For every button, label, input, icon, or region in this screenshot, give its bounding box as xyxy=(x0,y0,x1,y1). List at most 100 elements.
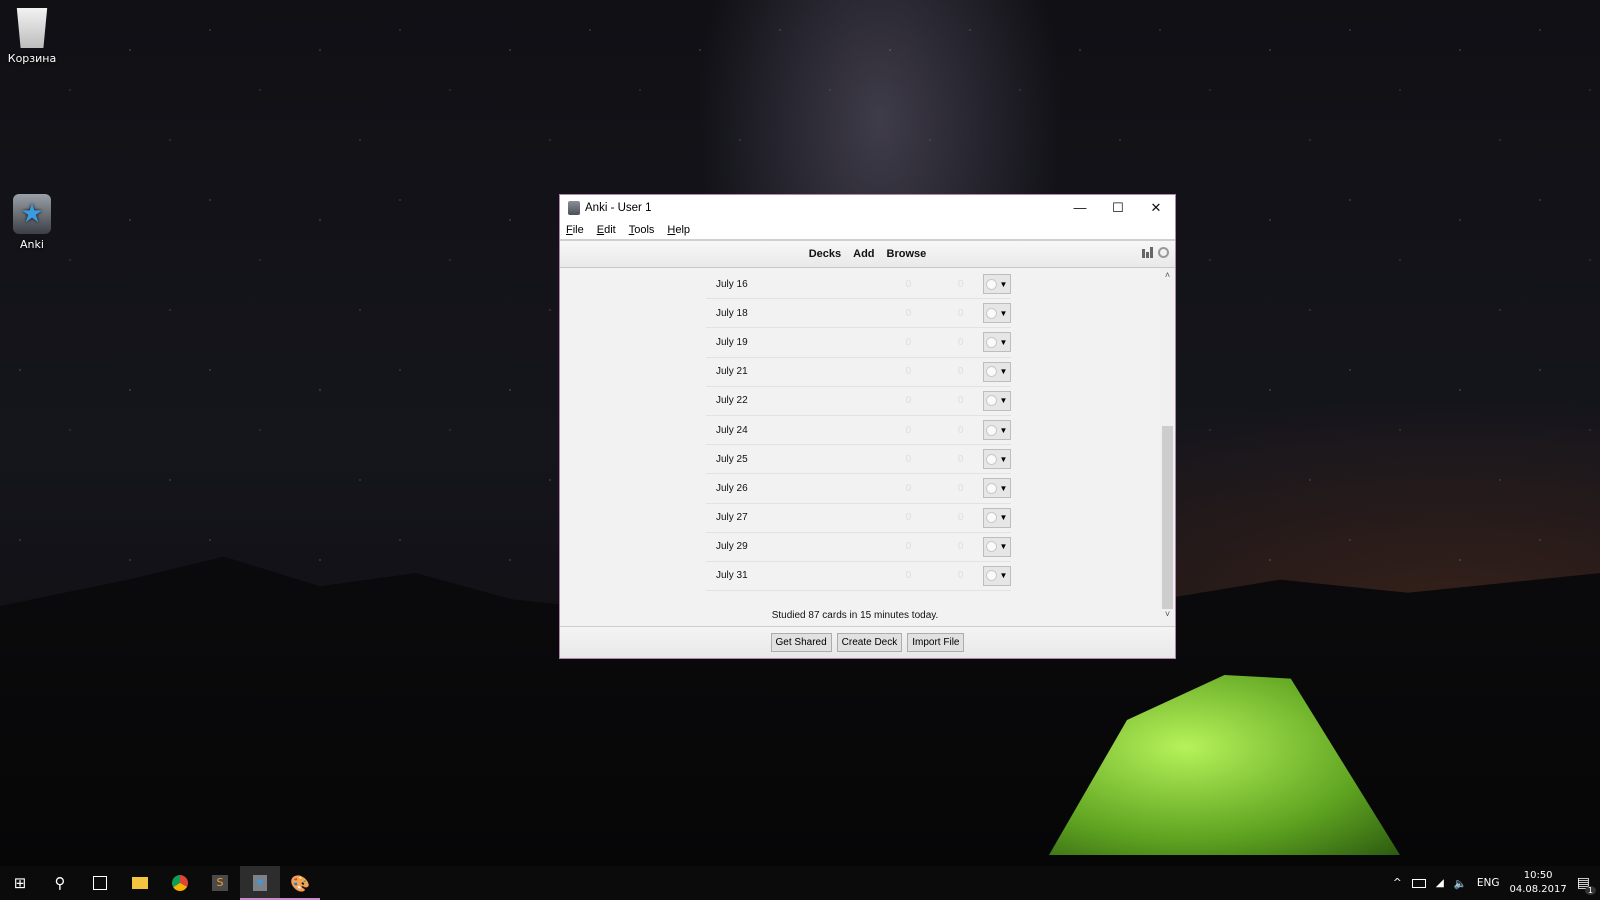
search-button[interactable]: ⚲ xyxy=(40,866,80,900)
deck-row: July 22 0 0 ▼ xyxy=(706,387,1011,416)
dropdown-arrow-icon: ▼ xyxy=(999,337,1008,347)
deck-options-button[interactable]: ▼ xyxy=(982,565,1011,586)
deck-new-count: 0 xyxy=(957,395,964,407)
search-icon: ⚲ xyxy=(54,874,66,892)
gear-icon xyxy=(986,482,998,494)
add-link[interactable]: Add xyxy=(853,248,874,260)
deck-row: July 29 0 0 ▼ xyxy=(706,533,1011,562)
deck-options-button[interactable]: ▼ xyxy=(982,390,1011,411)
gear-icon xyxy=(986,512,998,524)
deck-name[interactable]: July 29 xyxy=(706,541,882,552)
deck-options-button[interactable]: ▼ xyxy=(982,361,1011,382)
deck-name[interactable]: July 26 xyxy=(706,483,882,494)
deck-name[interactable]: July 18 xyxy=(706,308,882,319)
menu-label: elp xyxy=(675,223,691,236)
menu-accel: E xyxy=(596,223,605,236)
deck-name[interactable]: July 24 xyxy=(706,425,882,436)
taskbar-anki[interactable]: ★ xyxy=(240,866,280,900)
deck-new-count: 0 xyxy=(957,307,964,319)
dropdown-arrow-icon: ▼ xyxy=(999,396,1008,406)
menu-file[interactable]: File xyxy=(566,224,584,236)
deck-options-button[interactable]: ▼ xyxy=(982,274,1011,295)
gear-icon xyxy=(986,366,998,378)
deck-new-count: 0 xyxy=(957,366,964,378)
scroll-thumb[interactable] xyxy=(1162,426,1173,609)
deck-name[interactable]: July 16 xyxy=(706,279,882,290)
deck-row: July 21 0 0 ▼ xyxy=(706,358,1011,387)
minimize-button[interactable]: — xyxy=(1061,195,1099,220)
deck-name[interactable]: July 31 xyxy=(706,570,882,581)
create-deck-button[interactable]: Create Deck xyxy=(836,633,903,652)
deck-row: July 19 0 0 ▼ xyxy=(706,328,1011,358)
deck-row: July 26 0 0 ▼ xyxy=(706,474,1011,504)
action-center-icon[interactable]: ▤ 1 xyxy=(1577,875,1596,895)
taskbar-sublime-text[interactable]: S xyxy=(200,866,240,900)
battery-icon[interactable] xyxy=(1411,878,1426,888)
dropdown-arrow-icon: ▼ xyxy=(999,513,1008,523)
deck-due-count: 0 xyxy=(905,570,912,582)
recycle-bin-icon xyxy=(16,8,48,48)
deck-name[interactable]: July 21 xyxy=(706,366,882,377)
deck-row: July 31 0 0 ▼ xyxy=(706,562,1011,592)
deck-name[interactable]: July 27 xyxy=(706,512,882,523)
windows-icon: ⊞ xyxy=(13,874,27,892)
task-view-button[interactable] xyxy=(80,866,120,900)
deck-new-count: 0 xyxy=(957,482,964,494)
dropdown-arrow-icon: ▼ xyxy=(999,571,1008,581)
taskbar: ⊞ ⚲ S ★ 🎨 ^ ◢ 🔈 ENG 10:50 04.08.2017 ▤ 1 xyxy=(0,866,1600,900)
desktop-icon-recycle-bin[interactable]: Корзина xyxy=(0,8,64,65)
scroll-up-button[interactable]: ˄ xyxy=(1160,270,1175,284)
deck-options-button[interactable]: ▼ xyxy=(982,449,1011,470)
deck-options-button[interactable]: ▼ xyxy=(982,332,1011,353)
sync-icon[interactable] xyxy=(1158,246,1169,258)
deck-name[interactable]: July 25 xyxy=(706,454,882,465)
wifi-icon[interactable]: ◢ xyxy=(1436,877,1444,889)
menu-accel: F xyxy=(566,223,573,236)
clock[interactable]: 10:50 04.08.2017 xyxy=(1510,869,1567,897)
menu-help[interactable]: Help xyxy=(667,224,690,236)
deck-due-count: 0 xyxy=(905,424,912,436)
decks-link[interactable]: Decks xyxy=(809,248,841,260)
gear-icon xyxy=(986,336,998,348)
deck-options-button[interactable]: ▼ xyxy=(982,303,1011,324)
clock-time: 10:50 xyxy=(1523,870,1553,881)
deck-options-button[interactable]: ▼ xyxy=(982,420,1011,441)
menu-edit[interactable]: Edit xyxy=(597,224,616,236)
deck-row: July 18 0 0 ▼ xyxy=(706,299,1011,329)
show-hidden-icons-chevron[interactable]: ^ xyxy=(1393,877,1402,889)
taskbar-file-explorer[interactable] xyxy=(120,866,160,900)
deck-due-count: 0 xyxy=(905,395,912,407)
title-bar[interactable]: Anki - User 1 — ☐ ✕ xyxy=(560,195,1175,220)
desktop-icon-label: Anki xyxy=(20,238,44,251)
volume-icon[interactable]: 🔈 xyxy=(1454,877,1467,890)
menu-tools[interactable]: Tools xyxy=(629,224,655,236)
browse-link[interactable]: Browse xyxy=(887,248,927,260)
gear-icon xyxy=(986,307,998,319)
start-button[interactable]: ⊞ xyxy=(0,866,40,900)
dropdown-arrow-icon: ▼ xyxy=(999,425,1008,435)
anki-window: Anki - User 1 — ☐ ✕ File Edit Tools Help… xyxy=(559,194,1176,659)
deck-name[interactable]: July 22 xyxy=(706,395,882,406)
close-button[interactable]: ✕ xyxy=(1137,195,1175,220)
get-shared-button[interactable]: Get Shared xyxy=(770,633,832,652)
language-indicator[interactable]: ENG xyxy=(1477,877,1500,889)
dropdown-arrow-icon: ▼ xyxy=(999,483,1008,493)
taskbar-chrome[interactable] xyxy=(160,866,200,900)
deck-list: July 16 0 0 ▼ July 18 0 0 ▼ July 19 0 0 ▼ July 21 0 0 ▼… xyxy=(706,270,1011,592)
dropdown-arrow-icon: ▼ xyxy=(999,454,1008,464)
deck-options-button[interactable]: ▼ xyxy=(982,507,1011,528)
vertical-scrollbar[interactable]: ˄ ˅ xyxy=(1160,268,1175,625)
taskbar-paint[interactable]: 🎨 xyxy=(280,866,320,900)
task-view-icon xyxy=(93,876,107,890)
notification-count: 1 xyxy=(1584,886,1596,895)
stats-icon[interactable] xyxy=(1142,246,1154,258)
deck-name[interactable]: July 19 xyxy=(706,337,882,348)
import-file-button[interactable]: Import File xyxy=(907,633,965,652)
maximize-button[interactable]: ☐ xyxy=(1099,195,1137,220)
folder-icon xyxy=(132,877,148,889)
desktop-icon-anki[interactable]: ★ Anki xyxy=(0,194,64,251)
scroll-down-button[interactable]: ˅ xyxy=(1160,609,1175,623)
deck-due-count: 0 xyxy=(905,541,912,553)
deck-options-button[interactable]: ▼ xyxy=(982,478,1011,499)
deck-options-button[interactable]: ▼ xyxy=(982,536,1011,557)
